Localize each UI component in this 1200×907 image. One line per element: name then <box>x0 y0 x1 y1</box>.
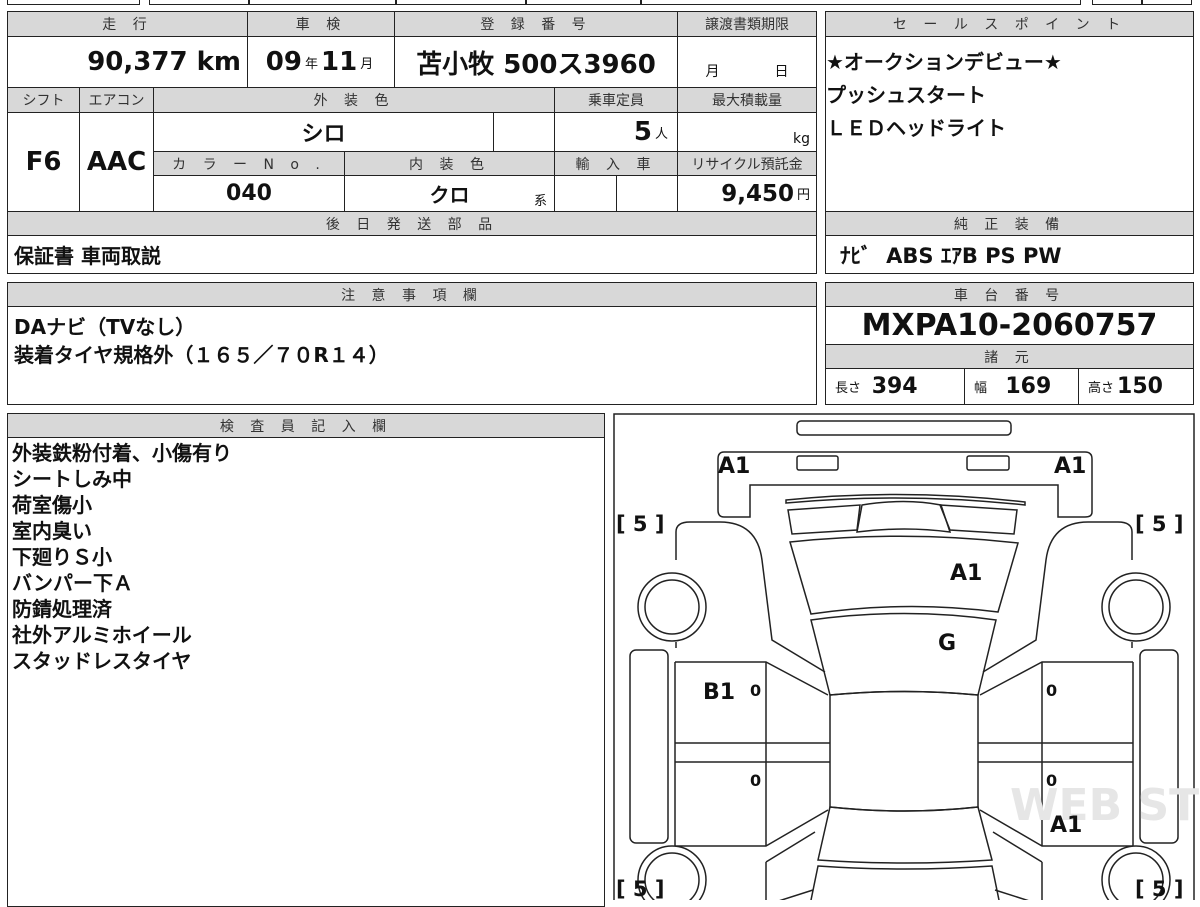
mark-right-rear: A1 <box>1050 813 1082 838</box>
tire-front-left <box>637 572 707 642</box>
right-front-fender <box>982 521 1133 673</box>
tire-front-right <box>1101 572 1171 642</box>
roof <box>829 690 979 812</box>
rear-hatch <box>810 865 1000 900</box>
hood <box>789 535 1019 615</box>
rear-spoiler <box>796 420 1012 436</box>
left-fog-lamp <box>796 455 839 471</box>
left-front-fender <box>675 521 826 673</box>
mark-front-left: A1 <box>718 454 750 479</box>
mark-front-right: A1 <box>1054 454 1086 479</box>
mark-left-front-door: B1 <box>703 680 735 705</box>
door-mark: 0 <box>750 681 761 700</box>
watermark: WEB STUDIO RU <box>1010 780 1200 831</box>
left-headlight <box>787 504 861 535</box>
front-bumper <box>717 451 1093 518</box>
car-damage-diagram: WEB STUDIO RU A1 A1 A1 G B1 A1 0 0 0 0 [… <box>613 413 1200 900</box>
grille-top <box>785 493 1026 506</box>
tire-grade-front-right: [ 5 ] <box>1135 512 1183 536</box>
door-mark: 0 <box>1046 771 1057 790</box>
mark-windshield: G <box>938 631 956 656</box>
right-fog-lamp <box>966 455 1010 471</box>
tire-grade-rear-right: [ 5 ] <box>1135 877 1183 900</box>
left-step <box>629 649 669 844</box>
mark-hood: A1 <box>950 561 982 586</box>
wheel-front-left <box>644 579 700 635</box>
rear-window <box>817 806 993 864</box>
door-mark: 0 <box>750 771 761 790</box>
grille <box>856 500 952 533</box>
right-headlight <box>938 504 1018 535</box>
tire-grade-rear-left: [ 5 ] <box>616 877 664 900</box>
wheel-front-right <box>1108 579 1164 635</box>
door-mark: 0 <box>1046 681 1057 700</box>
tire-grade-front-left: [ 5 ] <box>616 512 664 536</box>
windshield <box>810 612 997 696</box>
